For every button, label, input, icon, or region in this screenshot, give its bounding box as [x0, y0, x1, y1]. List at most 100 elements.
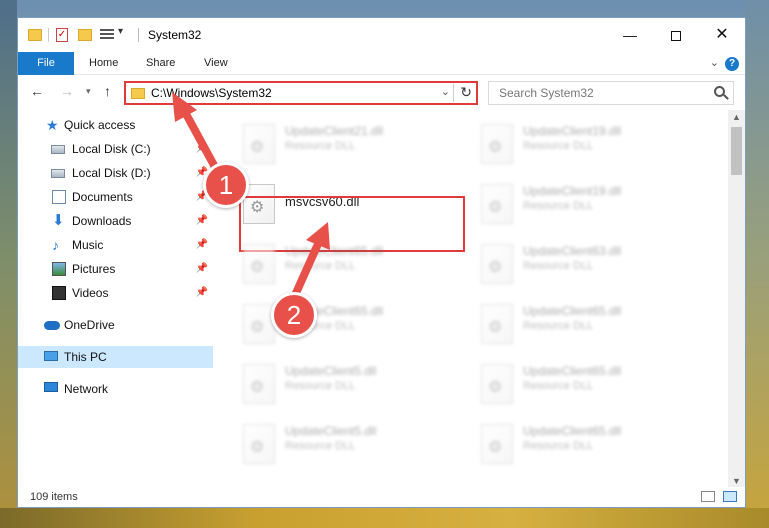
sidebar-item-local-disk-d[interactable]: Local Disk (D:) 📌: [18, 162, 213, 184]
new-folder-icon[interactable]: [78, 29, 92, 41]
scrollbar-thumb[interactable]: [731, 127, 742, 175]
back-button[interactable]: ←: [30, 83, 44, 99]
file-item[interactable]: UpdateClient5.dll Resource DLL: [235, 420, 465, 470]
sidebar-item-label: Local Disk (C:): [72, 142, 151, 156]
up-button[interactable]: ↑: [104, 83, 111, 99]
sidebar-item-label: This PC: [64, 350, 107, 364]
pin-icon[interactable]: 📌: [196, 282, 208, 304]
folder-icon: [131, 88, 145, 99]
navigation-pane: ★ Quick access Local Disk (C:) 📌 Local D…: [18, 110, 213, 480]
sidebar-item-label: Network: [64, 382, 109, 396]
callout-step-2: 2: [271, 292, 317, 338]
help-icon[interactable]: ?: [725, 57, 739, 71]
sidebar-item-documents[interactable]: Documents 📌: [18, 186, 213, 208]
file-item[interactable]: UpdateClient21.dll Resource DLL: [235, 120, 465, 170]
file-item[interactable]: UpdateClient19.dll Resource DLL: [473, 120, 703, 170]
forward-button[interactable]: →: [60, 83, 74, 99]
sidebar-item-local-disk-c[interactable]: Local Disk (C:) 📌: [18, 138, 213, 160]
file-name: UpdateClient65.dll: [285, 244, 384, 258]
properties-icon[interactable]: ✓: [56, 28, 68, 42]
details-view-icon[interactable]: [701, 491, 715, 502]
file-name: UpdateClient19.dll: [523, 184, 622, 198]
file-item[interactable]: UpdateClient65.dll Resource DLL: [473, 300, 703, 350]
refresh-button[interactable]: ↻: [460, 84, 472, 101]
navigation-bar: ← → ▾ ↑ C:\Windows\System32 ⌄ ↻ Search S…: [18, 76, 745, 110]
tab-file[interactable]: File: [18, 52, 74, 75]
file-item[interactable]: UpdateClient19.dll Resource DLL: [473, 180, 703, 230]
network-icon: [44, 382, 58, 392]
desktop-background-right: [745, 0, 769, 528]
file-name: UpdateClient65.dll: [523, 304, 622, 318]
sidebar-item-pictures[interactable]: Pictures 📌: [18, 258, 213, 280]
scroll-up-icon[interactable]: ▲: [732, 112, 741, 122]
onedrive-icon: [44, 321, 60, 330]
maximize-button[interactable]: [653, 18, 699, 52]
sidebar-item-quick-access[interactable]: ★ Quick access: [18, 114, 213, 136]
drive-icon: [51, 169, 65, 178]
view-icon[interactable]: [100, 29, 114, 41]
desktop-background-bottom: [0, 508, 769, 528]
minimize-button[interactable]: —: [607, 18, 653, 52]
sidebar-item-label: Quick access: [64, 118, 136, 132]
sidebar-item-label: Music: [72, 238, 104, 252]
address-dropdown-chevron-icon[interactable]: ⌄: [441, 85, 450, 98]
file-name: UpdateClient5.dll: [285, 424, 377, 438]
file-description: Resource DLL: [523, 320, 594, 332]
sidebar-item-music[interactable]: ♪ Music 📌: [18, 234, 213, 256]
dll-file-icon: [481, 124, 513, 164]
tab-share[interactable]: Share: [134, 52, 187, 75]
sidebar-item-videos[interactable]: Videos 📌: [18, 282, 213, 304]
dll-file-icon: [243, 124, 275, 164]
address-path[interactable]: C:\Windows\System32: [151, 86, 272, 100]
address-bar[interactable]: C:\Windows\System32 ⌄ ↻: [124, 81, 478, 105]
file-item[interactable]: UpdateClient65.dll Resource DLL: [235, 240, 465, 290]
folder-icon: [28, 29, 42, 41]
file-item[interactable]: UpdateClient65.dll Resource DLL: [235, 300, 465, 350]
search-icon[interactable]: [714, 86, 725, 97]
sidebar-item-label: Videos: [72, 286, 109, 300]
customize-toolbar-chevron-icon[interactable]: ▾: [118, 26, 123, 42]
divider: [48, 28, 49, 42]
file-name: UpdateClient21.dll: [285, 124, 384, 138]
sidebar-item-this-pc[interactable]: This PC: [18, 346, 213, 368]
pc-icon: [44, 351, 58, 361]
pin-icon[interactable]: 📌: [196, 258, 208, 280]
videos-icon: [52, 286, 66, 300]
star-icon: ★: [46, 117, 59, 133]
scroll-down-icon[interactable]: ▼: [732, 476, 741, 486]
large-icons-view-icon[interactable]: [723, 491, 737, 502]
file-description: Resource DLL: [523, 440, 594, 452]
download-icon: ⬇: [52, 212, 65, 229]
pin-icon[interactable]: 📌: [196, 138, 208, 160]
sidebar-item-downloads[interactable]: ⬇ Downloads 📌: [18, 210, 213, 232]
sidebar-item-label: OneDrive: [64, 318, 115, 332]
file-name: UpdateClient63.dll: [523, 244, 622, 258]
window-title: System32: [148, 28, 202, 42]
dll-file-icon: [481, 184, 513, 224]
file-name: UpdateClient5.dll: [285, 364, 377, 378]
file-description: Resource DLL: [285, 380, 356, 392]
pictures-icon: [52, 262, 66, 276]
file-item[interactable]: UpdateClient65.dll Resource DLL: [473, 360, 703, 410]
item-count: 109 items: [30, 491, 78, 503]
file-item[interactable]: UpdateClient65.dll Resource DLL: [473, 420, 703, 470]
file-description: Resource DLL: [285, 140, 356, 152]
search-input[interactable]: Search System32: [488, 81, 734, 105]
divider: [453, 84, 454, 102]
recent-locations-chevron-icon[interactable]: ▾: [86, 86, 91, 97]
pin-icon[interactable]: 📌: [196, 210, 208, 232]
close-button[interactable]: ✕: [699, 18, 745, 52]
sidebar-item-label: Downloads: [72, 214, 132, 228]
sidebar-item-onedrive[interactable]: OneDrive: [18, 314, 213, 336]
pin-icon[interactable]: 📌: [196, 234, 208, 256]
expand-ribbon-chevron-icon[interactable]: ⌄: [710, 56, 719, 69]
tab-home[interactable]: Home: [77, 52, 130, 75]
sidebar-item-network[interactable]: Network: [18, 378, 213, 400]
file-item[interactable]: UpdateClient5.dll Resource DLL: [235, 360, 465, 410]
file-name: UpdateClient19.dll: [523, 124, 622, 138]
file-item[interactable]: UpdateClient63.dll Resource DLL: [473, 240, 703, 290]
tab-view[interactable]: View: [192, 52, 240, 75]
dll-file-icon: [243, 244, 275, 284]
callout-step-1: 1: [203, 162, 249, 208]
vertical-scrollbar[interactable]: ▲ ▼: [728, 110, 745, 488]
